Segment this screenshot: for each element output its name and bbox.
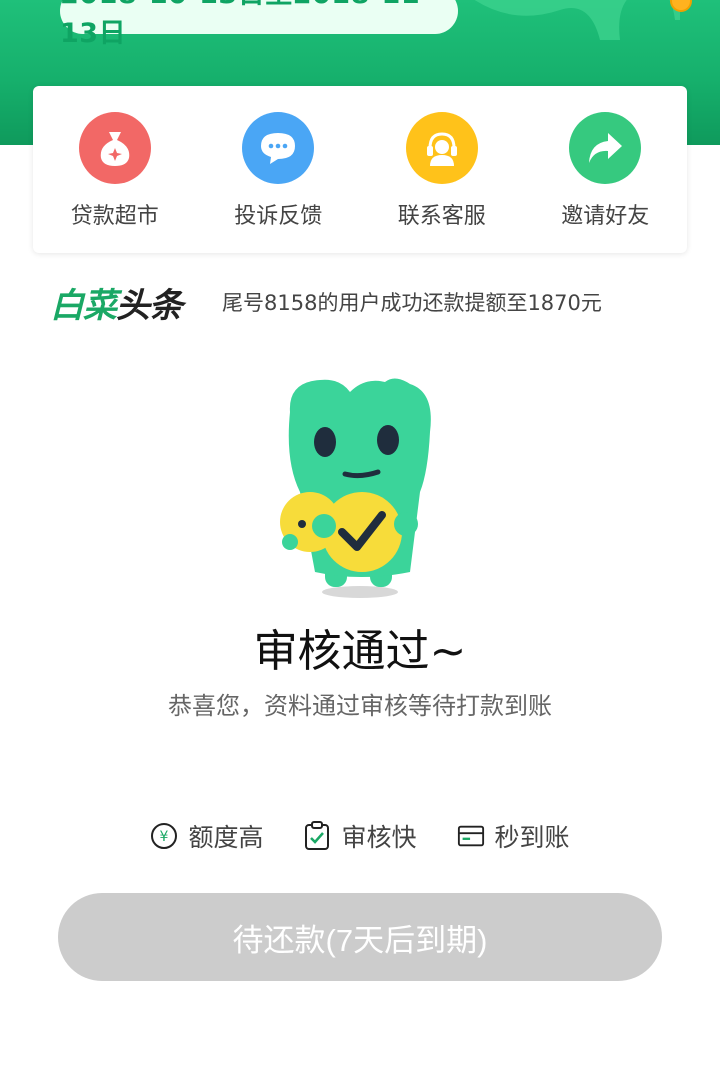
quick-action-feedback[interactable]: 投诉反馈 xyxy=(197,86,361,253)
status-subtitle: 恭喜您，资料通过审核等待打款到账 xyxy=(168,692,552,720)
feature-label: 秒到账 xyxy=(494,823,570,852)
quick-action-label: 贷款超市 xyxy=(70,204,159,229)
date-range-pill: 2018-10-13日至2018-11-13日 xyxy=(60,0,458,49)
mascot-approved-illustration xyxy=(280,378,431,598)
svg-text:¥: ¥ xyxy=(160,829,169,845)
card-icon xyxy=(457,822,485,850)
feature-list: ¥ 额度高 审核快 秒到账 xyxy=(0,818,720,854)
customer-service-icon xyxy=(405,112,478,184)
chat-bubble-icon xyxy=(242,112,315,184)
feature-label: 审核快 xyxy=(341,823,417,852)
quick-actions-card: 贷款超市 投诉反馈 联系客服 邀请好友 xyxy=(33,86,687,253)
money-bag-icon xyxy=(78,112,151,184)
status-title: 审核通过~ xyxy=(253,626,467,677)
quick-action-invite[interactable]: 邀请好友 xyxy=(524,86,688,253)
quick-action-label: 投诉反馈 xyxy=(234,204,323,229)
news-logo-part2: 头条 xyxy=(116,285,183,326)
feature-item: 秒到账 xyxy=(457,818,570,854)
share-arrow-icon xyxy=(569,112,642,184)
quick-action-loan-market[interactable]: 贷款超市 xyxy=(33,86,197,253)
banner-decoration-icon xyxy=(474,0,680,40)
repayment-button[interactable]: 待还款(7天后到期) xyxy=(58,893,662,981)
news-text: 尾号8158的用户成功还款提额至1870元 xyxy=(222,291,602,315)
feature-label: 额度高 xyxy=(188,823,264,852)
news-logo-part1: 白菜 xyxy=(50,285,117,326)
quick-action-customer-service[interactable]: 联系客服 xyxy=(360,86,524,253)
clipboard-check-icon xyxy=(303,821,331,850)
news-logo: 白菜头条 xyxy=(50,278,183,327)
news-ticker[interactable]: 白菜头条 尾号8158的用户成功还款提额至1870元 xyxy=(50,278,670,327)
feature-item: ¥ 额度高 xyxy=(150,818,263,854)
yuan-coin-icon: ¥ xyxy=(150,822,178,850)
quick-action-label: 联系客服 xyxy=(397,204,486,229)
feature-item: 审核快 xyxy=(303,818,417,854)
quick-action-label: 邀请好友 xyxy=(561,204,650,229)
